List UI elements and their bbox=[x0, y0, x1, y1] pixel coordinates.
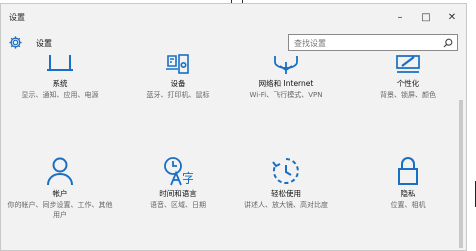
tile-description: 背景、锁屏、颜色 bbox=[380, 91, 436, 99]
personalization-icon bbox=[396, 55, 420, 73]
tile-description: 位置、相机 bbox=[390, 201, 426, 209]
search-placeholder: 查找设置 bbox=[294, 39, 326, 48]
ease-of-access-icon bbox=[272, 158, 299, 184]
tile-time-language[interactable]: 字 时间和语言 语音、区域、日期 bbox=[123, 156, 233, 210]
gear-icon bbox=[9, 36, 22, 49]
tile-name: 隐私 bbox=[400, 189, 416, 198]
tile-network[interactable]: 网络和 Internet Wi-Fi、飞行模式、VPN bbox=[231, 54, 341, 100]
close-button[interactable]: ✕ bbox=[441, 9, 463, 27]
tile-description: 显示、通知、应用、电源 bbox=[21, 91, 99, 99]
tile-description: 你的帐户、同步设置、工作、其他用户 bbox=[7, 201, 113, 219]
tile-name: 系统 bbox=[52, 79, 68, 88]
time-language-icon: 字 bbox=[164, 157, 193, 186]
tile-name: 个性化 bbox=[396, 79, 420, 88]
lock-icon bbox=[398, 157, 418, 185]
outer-edge bbox=[467, 3, 476, 251]
tile-name: 轻松使用 bbox=[271, 189, 301, 198]
window-title: 设置 bbox=[9, 13, 25, 22]
tile-name: 帐户 bbox=[52, 189, 68, 198]
tile-description: Wi-Fi、飞行模式、VPN bbox=[249, 91, 323, 99]
settings-header: 设置 查找设置 bbox=[1, 32, 466, 54]
tile-description: 蓝牙、打印机、鼠标 bbox=[146, 91, 210, 99]
search-input[interactable]: 查找设置 bbox=[288, 34, 458, 51]
devices-icon bbox=[166, 54, 189, 74]
tile-privacy[interactable]: 隐私 位置、相机 bbox=[353, 156, 463, 210]
display-icon bbox=[47, 55, 73, 71]
tile-name: 网络和 Internet bbox=[258, 79, 314, 88]
tile-description: 讲述人、放大镜、高对比度 bbox=[244, 201, 328, 209]
maximize-button[interactable]: □ bbox=[415, 9, 437, 27]
tile-description: 语音、区域、日期 bbox=[150, 201, 206, 209]
network-icon bbox=[274, 56, 298, 74]
tile-devices[interactable]: 设备 蓝牙、打印机、鼠标 bbox=[123, 54, 233, 100]
tile-personalization[interactable]: 个性化 背景、锁屏、颜色 bbox=[353, 54, 463, 100]
tile-accounts[interactable]: 帐户 你的帐户、同步设置、工作、其他用户 bbox=[5, 156, 115, 220]
tile-name: 设备 bbox=[170, 79, 186, 88]
svg-text:字: 字 bbox=[182, 172, 193, 186]
settings-window: 设置 – □ ✕ 设置 查找设置 系统 显示、通知、应用、电源 设备 蓝牙、打印… bbox=[0, 3, 467, 251]
account-icon bbox=[47, 157, 73, 186]
tile-ease-of-access[interactable]: 轻松使用 讲述人、放大镜、高对比度 bbox=[231, 156, 341, 210]
tile-name: 时间和语言 bbox=[159, 189, 197, 198]
page-title: 设置 bbox=[36, 39, 52, 48]
tile-system[interactable]: 系统 显示、通知、应用、电源 bbox=[5, 54, 115, 100]
search-icon bbox=[443, 38, 453, 48]
title-bar: 设置 – □ ✕ bbox=[1, 4, 466, 32]
minimize-button[interactable]: – bbox=[389, 9, 411, 27]
